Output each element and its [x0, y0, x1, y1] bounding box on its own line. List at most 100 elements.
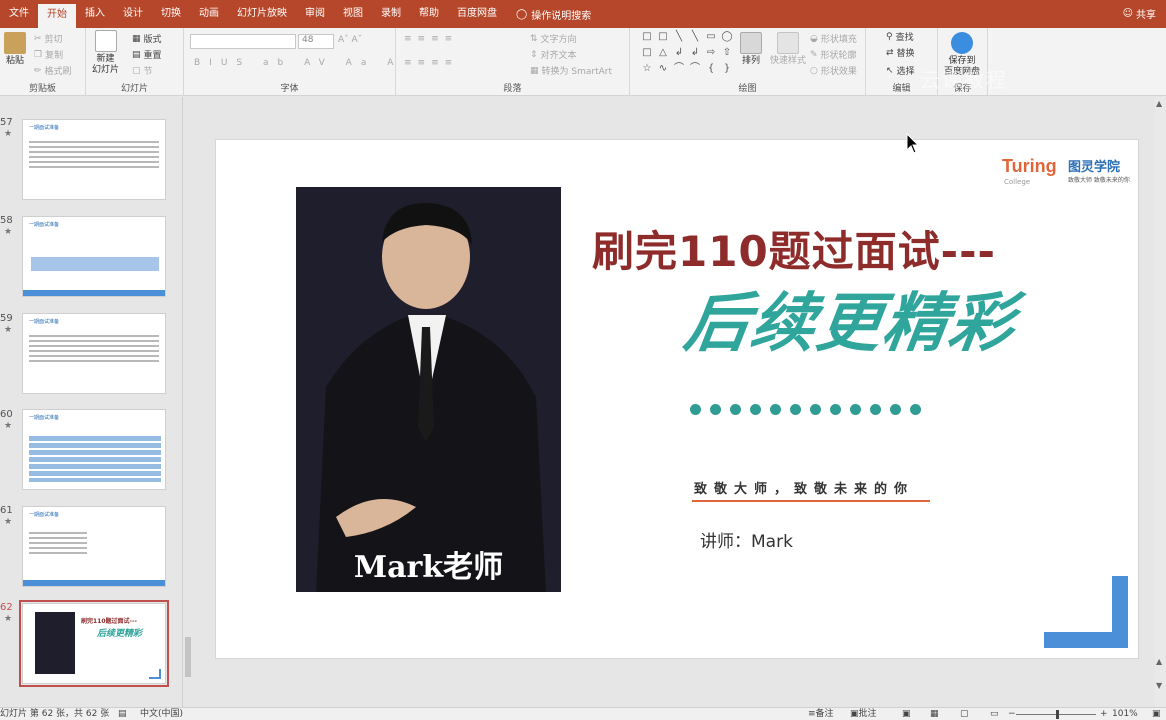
slide-motto[interactable]: 致敬大师，致敬未来的你 [694, 478, 914, 497]
cut-button[interactable]: ✂ 剪切 [34, 32, 63, 46]
thumbnail-pane[interactable]: 57 ★ 一期面试准备 58 ★ 一期面试准备 59 ★ 一期面试准备 60 ★… [0, 97, 192, 707]
scroll-thumb[interactable] [185, 637, 191, 677]
elbow2-shape-icon: ↲ [690, 47, 700, 58]
lecturer-name[interactable]: 讲师：Mark [700, 527, 793, 552]
thumbnail-scrollbar[interactable] [182, 97, 192, 707]
copy-button[interactable]: ❐ 复制 [34, 48, 64, 62]
thumb-table [29, 436, 161, 482]
share-button[interactable]: ☺ 共享 [1123, 6, 1156, 21]
quick-styles-button[interactable]: 快速样式 [770, 32, 806, 67]
layout-button[interactable]: ▦ 版式 [132, 32, 162, 46]
dot [690, 404, 701, 415]
slide-thumbnail-selected[interactable]: 刷完110题过面试--- 后续更精彩 [19, 600, 169, 687]
tab-file[interactable]: 文件 [0, 0, 38, 28]
tab-record[interactable]: 录制 [372, 0, 410, 28]
align-buttons[interactable]: ≡≡≡≡ [404, 58, 458, 68]
tab-animations[interactable]: 动画 [190, 0, 228, 28]
copy-icon: ❐ [34, 49, 43, 60]
section-button[interactable]: ▢ 节 [132, 64, 153, 78]
smartart-button[interactable]: ▦ 转换为 SmartArt [530, 64, 612, 78]
triangle-shape-icon: △ [659, 47, 667, 58]
spellcheck-icon[interactable]: ▤ [118, 708, 127, 720]
rect2-shape-icon: ▭ [706, 31, 716, 42]
select-button[interactable]: ↖ 选择 [886, 64, 915, 78]
font-style-buttons[interactable]: BIUS ab AV Aa A [194, 58, 402, 68]
tab-view[interactable]: 视图 [334, 0, 372, 28]
find-button[interactable]: ⚲ 查找 [886, 30, 914, 44]
tab-help[interactable]: 帮助 [410, 0, 448, 28]
animation-star-icon: ★ [4, 517, 13, 527]
animation-star-icon: ★ [4, 227, 13, 237]
reset-button[interactable]: ▤ 重置 [132, 48, 162, 62]
font-name-field[interactable] [190, 34, 296, 49]
slide-thumbnail[interactable]: 一期面试准备 [22, 313, 166, 394]
zoom-in-icon[interactable]: + [1100, 708, 1108, 720]
slideshow-icon[interactable]: ▭ [990, 708, 999, 720]
format-painter-button[interactable]: ✏ 格式刷 [34, 64, 72, 78]
list-buttons[interactable]: ≡≡≡≡ [404, 34, 458, 44]
arrange-button[interactable]: 排列 [740, 32, 762, 67]
tab-design[interactable]: 设计 [114, 0, 152, 28]
lecturer-photo[interactable]: Mark老师 [296, 187, 561, 592]
tab-baidu[interactable]: 百度网盘 [448, 0, 506, 28]
layout-icon: ▦ [132, 33, 141, 44]
current-slide[interactable]: Turing College 图灵学院 致敬大师 致敬未来的你 Mark老师 刷… [215, 139, 1139, 659]
clipboard-icon [4, 32, 26, 54]
fit-slide-icon[interactable]: ▣ [1152, 708, 1161, 720]
font-size-field[interactable]: 48 [298, 34, 334, 49]
dot [830, 404, 841, 415]
language-indicator[interactable]: 中文(中国) [140, 708, 183, 720]
tab-insert[interactable]: 插入 [76, 0, 114, 28]
tab-home[interactable]: 开始 [38, 4, 76, 28]
slide-thumbnail[interactable]: 一期面试准备 [22, 506, 166, 587]
font-group: 48 Aˆ Aˇ BIUS ab AV Aa A 字体 [184, 28, 396, 96]
arrow-shape-icon: ⇨ [706, 47, 716, 58]
prev-slide-icon[interactable]: ▲ [1156, 657, 1162, 666]
vertical-scrollbar[interactable]: ▲ ▲ ▼ [1155, 97, 1166, 707]
elbow-shape-icon: ↲ [674, 47, 684, 58]
zoom-level[interactable]: 101% [1112, 708, 1138, 720]
slide-thumbnail[interactable]: 一期面试准备 [22, 216, 166, 297]
reading-view-icon[interactable]: ▢ [960, 708, 969, 720]
slide-thumbnail[interactable]: 一期面试准备 [22, 409, 166, 490]
notes-button[interactable]: ≡ 备注 [808, 708, 834, 720]
photo-caption: Mark老师 [353, 550, 504, 585]
rect-shape-icon: □ [658, 31, 668, 42]
new-slide-button[interactable]: 新建 幻灯片 [92, 30, 119, 76]
comments-button[interactable]: ▣ 批注 [850, 708, 877, 720]
scroll-up-icon[interactable]: ▲ [1156, 99, 1162, 108]
slide-thumbnail[interactable]: 一期面试准备 [22, 119, 166, 200]
shape-outline-button[interactable]: ✎ 形状轮廓 [810, 48, 857, 62]
select-label: 选择 [896, 67, 915, 77]
slide-subheadline[interactable]: 后续更精彩 [680, 272, 1023, 364]
section-icon: ▢ [132, 65, 141, 76]
zoom-slider-thumb[interactable] [1056, 710, 1059, 719]
shape-fill-button[interactable]: ◒ 形状填充 [810, 32, 857, 46]
shape-effects-button[interactable]: ○ 形状效果 [810, 64, 857, 78]
tell-me-search[interactable]: ◯ 操作说明搜索 [506, 7, 591, 22]
paste-button[interactable]: 粘贴 [4, 32, 26, 67]
shapes-gallery[interactable]: □ □ ╲ ╲ ▭ ◯ □ △ ↲ ↲ ⇨ ⇧ ☆ ∿ ⌒ ⌒ {} [640, 30, 732, 76]
paragraph-group-label: 段落 [503, 84, 522, 94]
zoom-out-icon[interactable]: − [1008, 708, 1016, 720]
animation-star-icon: ★ [4, 421, 13, 431]
dot [870, 404, 881, 415]
text-direction-icon: ⇅ [530, 33, 538, 44]
slide-headline[interactable]: 刷完110题过面试--- [592, 218, 996, 279]
dot [910, 404, 921, 415]
slide-sorter-icon[interactable]: ▦ [930, 708, 939, 720]
text-direction-label: 文字方向 [540, 35, 577, 45]
normal-view-icon[interactable]: ▣ [902, 708, 911, 720]
tab-review[interactable]: 审阅 [296, 0, 334, 28]
watermark: 云课教程 [920, 68, 1008, 92]
copy-label: 复制 [45, 51, 64, 61]
replace-button[interactable]: ⇄ 替换 [886, 46, 915, 60]
text-direction-button[interactable]: ⇅ 文字方向 [530, 32, 577, 46]
thumb-photo [35, 612, 75, 674]
align-text-button[interactable]: ⇕ 对齐文本 [530, 48, 577, 62]
grow-font-button[interactable]: Aˆ Aˇ [338, 35, 362, 45]
tab-transitions[interactable]: 切换 [152, 0, 190, 28]
next-slide-icon[interactable]: ▼ [1156, 681, 1162, 690]
status-bar: 幻灯片 第 62 张，共 62 张 ▤ 中文(中国) ≡ 备注 ▣ 批注 ▣ ▦… [0, 707, 1166, 720]
tab-slideshow[interactable]: 幻灯片放映 [228, 0, 296, 28]
